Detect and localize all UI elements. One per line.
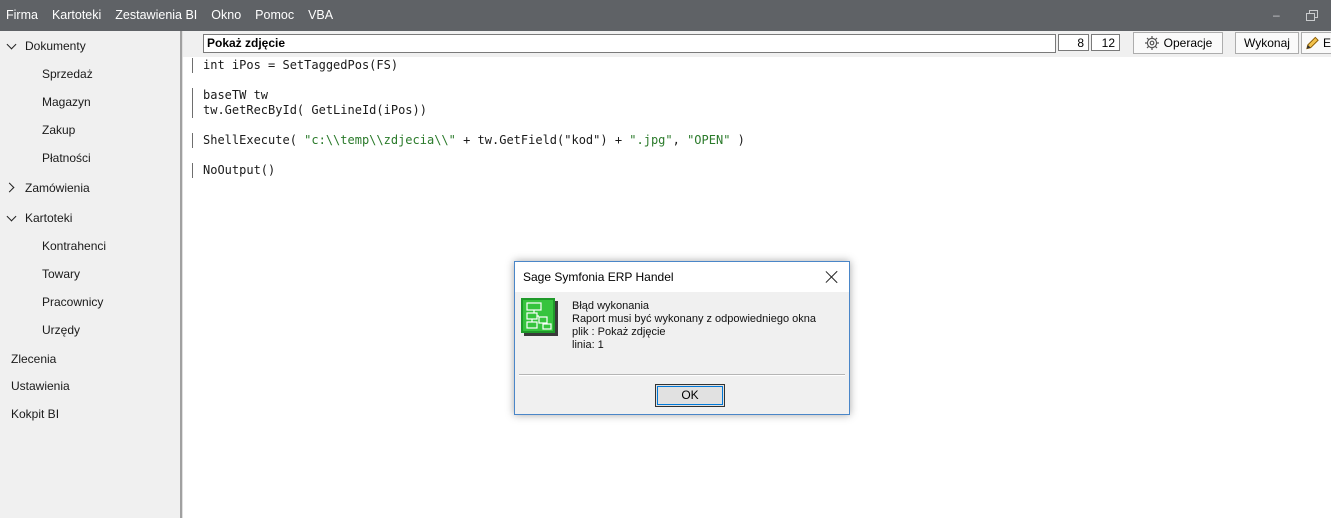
edit-label: E bbox=[1322, 36, 1331, 50]
fold-marker bbox=[192, 163, 193, 178]
execute-label: Wykonaj bbox=[1244, 36, 1290, 50]
code-string: "OPEN" bbox=[687, 133, 731, 147]
fold-marker bbox=[192, 58, 193, 73]
line-number-field[interactable]: 8 bbox=[1058, 34, 1089, 51]
menu-okno[interactable]: Okno bbox=[204, 0, 248, 31]
code-line: ShellExecute( "c:\\temp\\zdjecia\\" + tw… bbox=[203, 133, 745, 148]
code-string: "c:\\temp\\zdjecia\\" bbox=[304, 133, 456, 147]
operations-label: Operacje bbox=[1163, 36, 1213, 50]
sidebar-item-pracownicy[interactable]: Pracownicy bbox=[42, 295, 103, 309]
column-number-field[interactable]: 12 bbox=[1091, 34, 1120, 51]
error-file: plik : Pokaż zdjęcie bbox=[572, 326, 666, 338]
fold-marker bbox=[192, 133, 193, 148]
code-token: + tw.GetField("kod") + bbox=[455, 133, 630, 147]
chevron-down-icon[interactable] bbox=[6, 39, 17, 50]
edit-button[interactable]: E bbox=[1301, 32, 1331, 54]
error-detail: Raport musi być wykonany z odpowiedniego… bbox=[572, 313, 816, 325]
error-heading: Błąd wykonania bbox=[572, 300, 650, 312]
code-line: baseTW tw bbox=[203, 88, 269, 102]
sidebar-item-towary[interactable]: Towary bbox=[42, 267, 80, 281]
error-line: linia: 1 bbox=[572, 339, 604, 351]
dialog-message: Błąd wykonania Raport musi być wykonany … bbox=[572, 300, 816, 352]
sidebar-group-kartoteki[interactable]: Kartoteki bbox=[25, 211, 72, 225]
sidebar-item-sprzedaz[interactable]: Sprzedaż bbox=[42, 67, 93, 81]
close-icon[interactable] bbox=[823, 268, 841, 286]
code-string: ".jpg" bbox=[629, 133, 673, 147]
sidebar-link-zlecenia[interactable]: Zlecenia bbox=[11, 352, 56, 366]
sidebar-item-kontrahenci[interactable]: Kontrahenci bbox=[42, 239, 106, 253]
operations-button[interactable]: Operacje bbox=[1133, 32, 1223, 54]
sidebar-item-platnosci[interactable]: Płatności bbox=[42, 151, 91, 165]
code-line: NoOutput() bbox=[203, 163, 276, 177]
report-name-field[interactable]: Pokaż zdjęcie bbox=[203, 34, 1056, 53]
menu-zestawienia-bi[interactable]: Zestawienia BI bbox=[108, 0, 204, 31]
menu-bar: Firma Kartoteki Zestawienia BI Okno Pomo… bbox=[0, 0, 1331, 31]
dialog-divider-highlight bbox=[519, 375, 845, 376]
report-error-icon bbox=[521, 298, 558, 336]
fold-marker bbox=[192, 88, 193, 118]
code-line: tw.GetRecById( GetLineId(iPos)) bbox=[203, 103, 427, 117]
sidebar-item-magazyn[interactable]: Magazyn bbox=[42, 95, 91, 109]
ok-button[interactable]: OK bbox=[655, 384, 725, 407]
sidebar-item-zakup[interactable]: Zakup bbox=[42, 123, 75, 137]
minimize-icon[interactable]: – bbox=[1273, 0, 1280, 31]
restore-icon[interactable] bbox=[1306, 0, 1320, 31]
sidebar-group-dokumenty[interactable]: Dokumenty bbox=[25, 39, 86, 53]
code-line: int iPos = SetTaggedPos(FS) bbox=[203, 58, 399, 72]
menu-firma[interactable]: Firma bbox=[0, 0, 45, 31]
sidebar-link-ustawienia[interactable]: Ustawienia bbox=[11, 379, 70, 393]
pencil-icon bbox=[1306, 36, 1319, 50]
dialog-titlebar: Sage Symfonia ERP Handel bbox=[515, 262, 849, 292]
gear-icon bbox=[1144, 36, 1159, 50]
code-token: , bbox=[672, 133, 688, 147]
sidebar: Dokumenty Sprzedaż Magazyn Zakup Płatnoś… bbox=[0, 31, 180, 518]
chevron-down-icon[interactable] bbox=[6, 211, 17, 222]
chevron-right-icon[interactable] bbox=[4, 182, 15, 193]
error-dialog: Sage Symfonia ERP Handel Błąd wykonania … bbox=[514, 261, 850, 415]
code-token: ShellExecute( bbox=[203, 133, 305, 147]
dialog-title: Sage Symfonia ERP Handel bbox=[523, 270, 674, 284]
sidebar-item-urzedy[interactable]: Urzędy bbox=[42, 323, 80, 337]
sidebar-link-kokpit-bi[interactable]: Kokpit BI bbox=[11, 407, 59, 421]
menu-kartoteki[interactable]: Kartoteki bbox=[45, 0, 108, 31]
report-toolbar: Pokaż zdjęcie 8 12 Operacje Wykonaj E bbox=[183, 31, 1331, 57]
execute-button[interactable]: Wykonaj bbox=[1235, 32, 1299, 54]
menu-pomoc[interactable]: Pomoc bbox=[248, 0, 301, 31]
code-token: ) bbox=[730, 133, 745, 147]
sidebar-group-zamowienia[interactable]: Zamówienia bbox=[25, 181, 90, 195]
code-text: int iPos = SetTaggedPos(FS) baseTW tw tw… bbox=[203, 58, 745, 178]
menu-vba[interactable]: VBA bbox=[301, 0, 340, 31]
